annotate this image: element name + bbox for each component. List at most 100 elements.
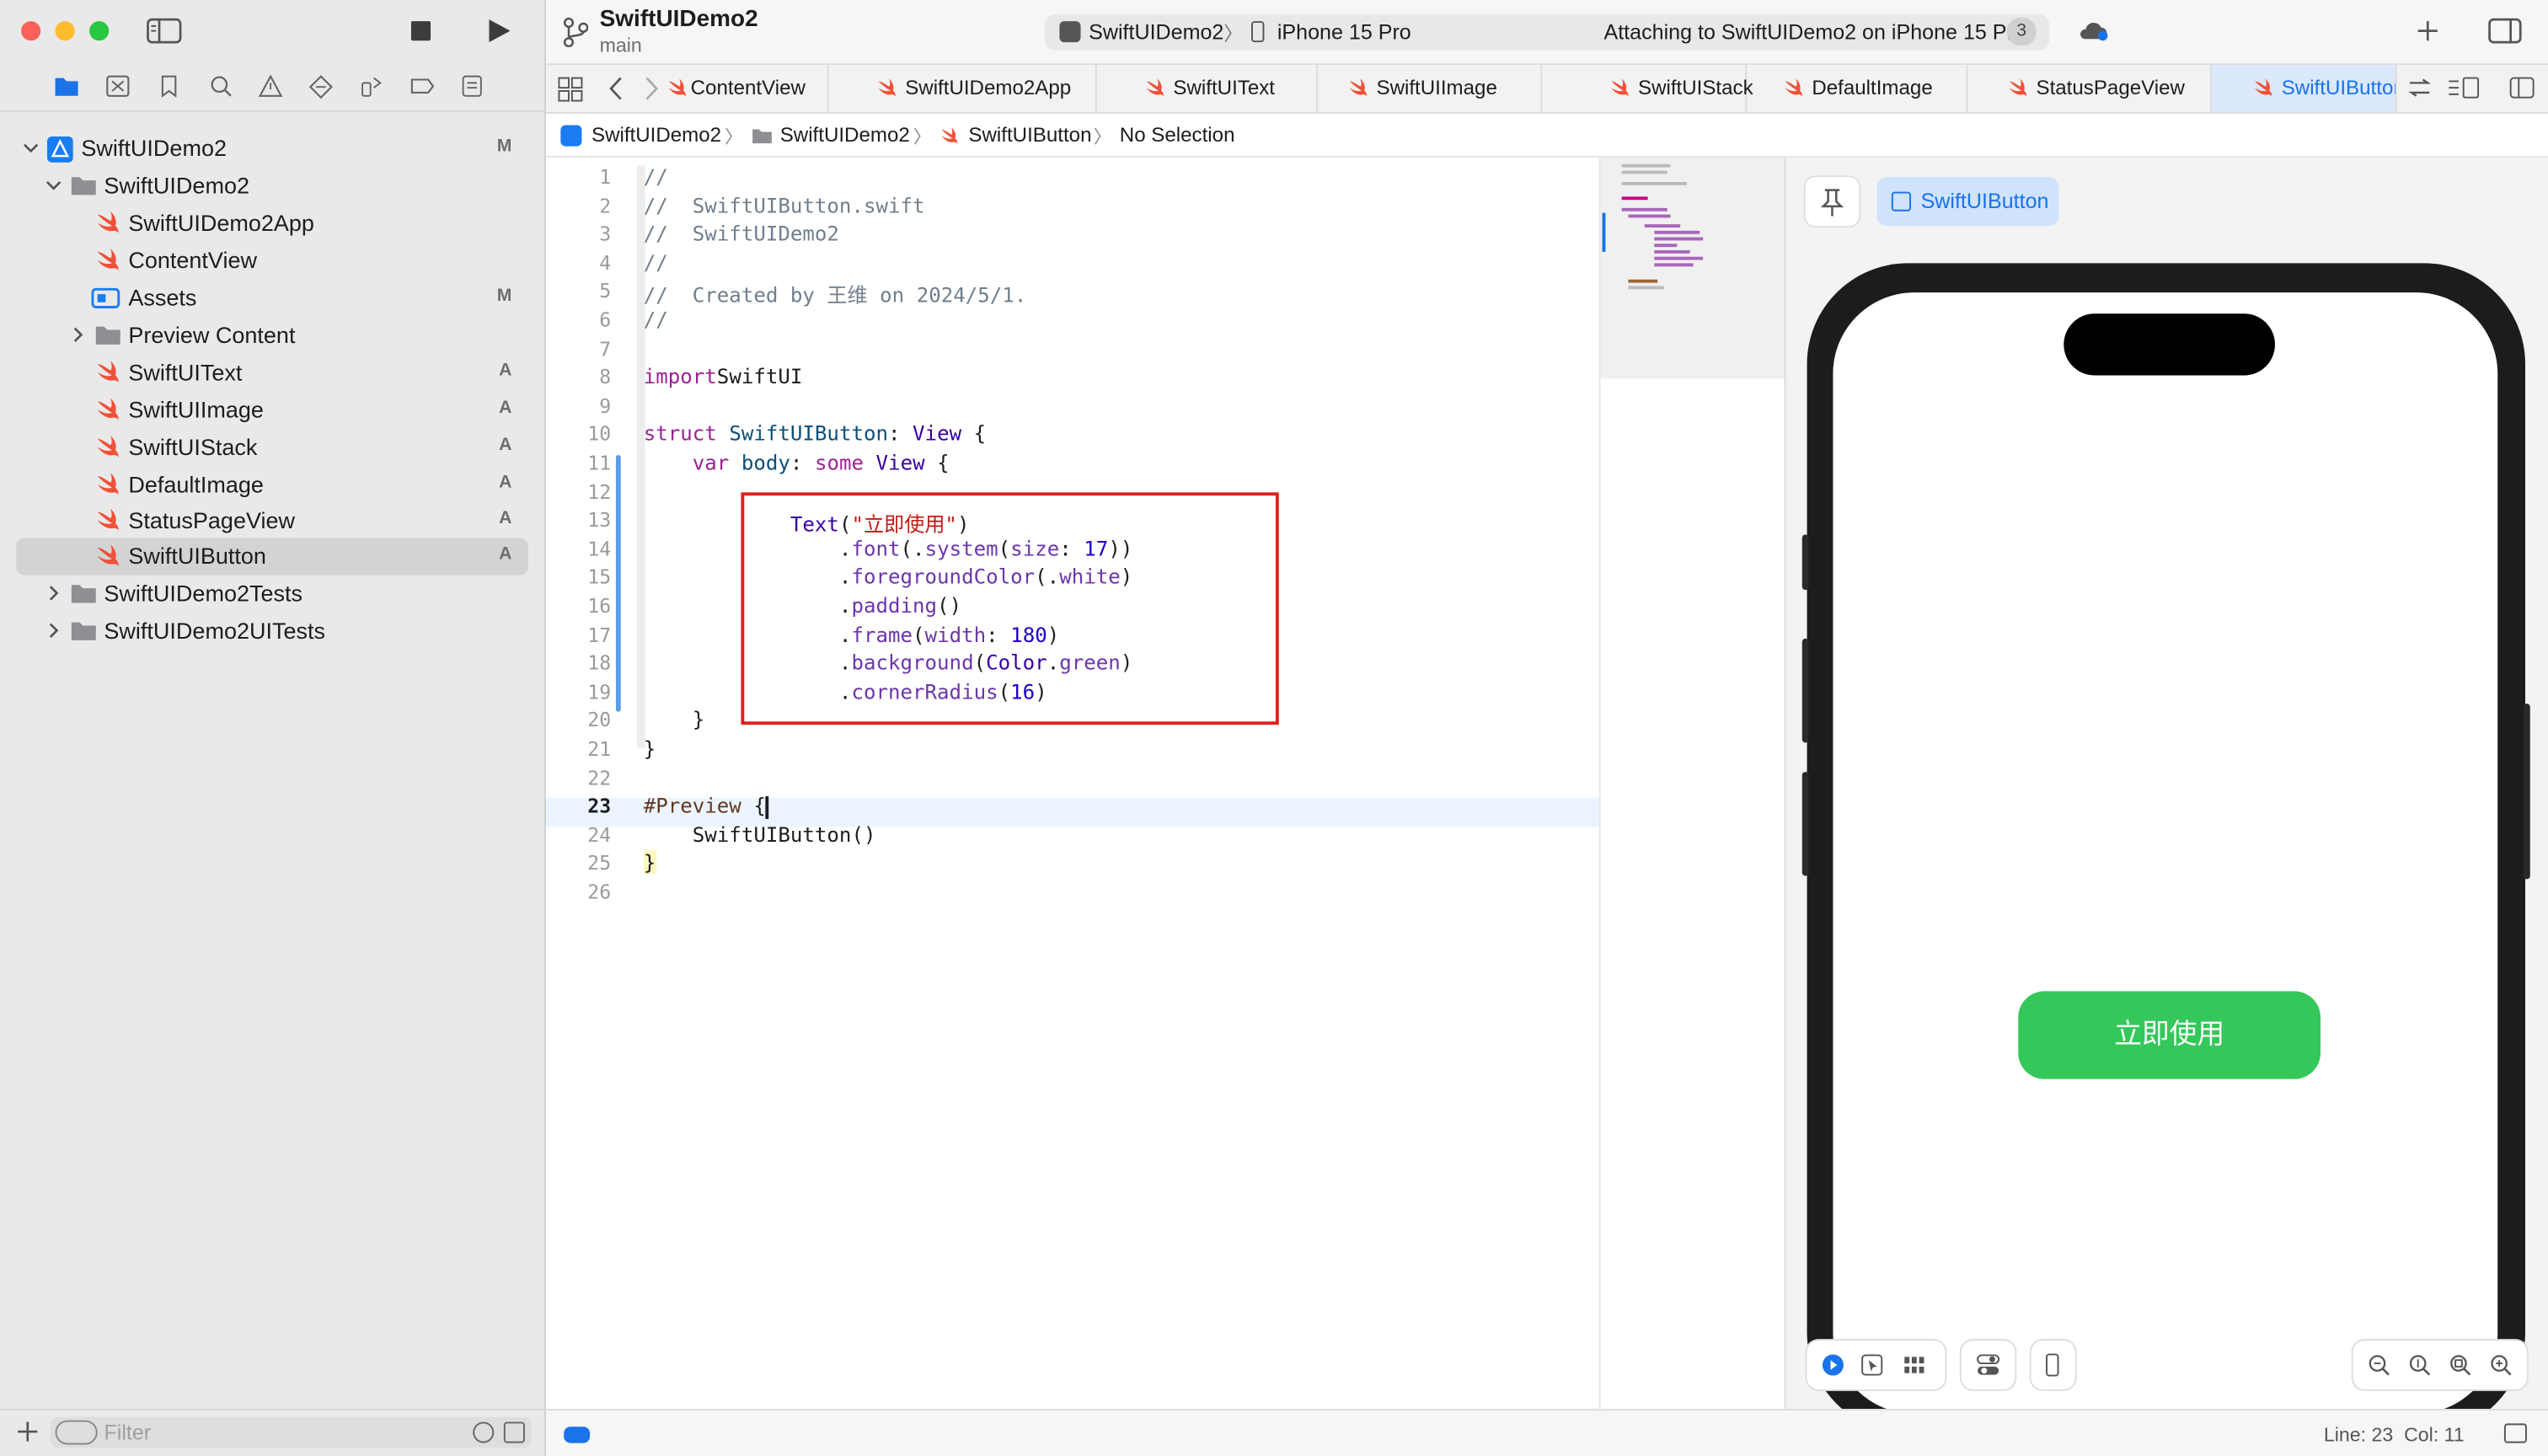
back-arrow-icon[interactable] (608, 77, 624, 101)
split-editor-icon[interactable] (2509, 77, 2535, 99)
test-diamond-icon[interactable] (308, 75, 333, 99)
recent-files-icon[interactable] (473, 1421, 495, 1443)
search-icon[interactable] (210, 75, 233, 98)
tree-item-file[interactable]: SwiftUIText A (16, 354, 527, 391)
debug-area-toggle-icon[interactable] (564, 1427, 591, 1443)
code-line: struct SwiftUIButton: View { (643, 421, 987, 447)
line-number: 12 (587, 480, 612, 504)
forward-arrow-icon[interactable] (644, 77, 660, 101)
tab-swiftuiimage[interactable]: SwiftUIImage (1318, 65, 1543, 113)
debug-icon[interactable] (359, 75, 383, 98)
tab-swiftuitext[interactable]: SwiftUIText (1097, 65, 1319, 113)
source-editor[interactable]: 1 2 3 4 5 6 7 8 9 10 11 12 13 14 15 16 17 18 19 20 21 22 23 24 2… (545, 158, 1599, 1410)
stop-icon[interactable] (410, 21, 431, 41)
pin-preview-button[interactable] (1805, 177, 1860, 227)
preview-green-button[interactable]: 立即使用 (2018, 991, 2320, 1079)
tree-item-file-selected[interactable]: SwiftUIButton A (16, 538, 528, 575)
run-destination[interactable]: iPhone 15 Pro (1277, 19, 1411, 44)
tab-swiftuistack[interactable]: SwiftUIStack (1542, 65, 1753, 113)
canvas-settings-button[interactable] (1961, 1341, 2015, 1389)
tree-item-file[interactable]: SwiftUIDemo2App (16, 205, 527, 242)
chevron-right-icon[interactable] (70, 327, 86, 343)
add-icon[interactable] (2417, 19, 2439, 42)
tree-item-group[interactable]: Preview Content (16, 317, 527, 354)
inspector-toggle-icon[interactable] (2488, 18, 2523, 44)
swap-icon[interactable] (2408, 78, 2432, 98)
tab-defaultimage[interactable]: DefaultImage (1747, 65, 1968, 113)
tree-item-file[interactable]: ContentView (16, 242, 527, 279)
breadcrumb-group[interactable]: SwiftUIDemo2 (780, 124, 910, 147)
panel-toggle-icon[interactable] (2503, 1423, 2527, 1443)
run-icon[interactable] (488, 18, 512, 44)
breadcrumb-file[interactable]: SwiftUIButton (968, 124, 1091, 147)
breadcrumb-project[interactable]: SwiftUIDemo2 (592, 124, 721, 147)
chevron-right-icon[interactable] (46, 623, 62, 639)
activity-count-badge[interactable]: 3 (2006, 18, 2037, 46)
add-icon[interactable] (16, 1421, 39, 1443)
tab-swiftuidemo2app[interactable]: SwiftUIDemo2App (848, 65, 1097, 113)
tree-item-file[interactable]: DefaultImage A (16, 466, 527, 503)
close-window-button[interactable] (21, 21, 41, 41)
branch-name[interactable]: main (600, 34, 642, 56)
scm-filter-icon[interactable] (503, 1421, 525, 1443)
breadcrumb-selection[interactable]: No Selection (1120, 124, 1235, 147)
chevron-right-icon[interactable] (46, 585, 62, 601)
tree-item-group[interactable]: SwiftUIDemo2Tests (16, 575, 527, 613)
scm-status-badge: M (496, 286, 512, 306)
tab-contentview[interactable]: ContentView (668, 65, 829, 113)
tree-item-file[interactable]: StatusPageView A (16, 502, 527, 539)
tree-item-file[interactable]: SwiftUIStack A (16, 429, 527, 466)
scm-status-badge: A (499, 361, 512, 381)
warning-icon[interactable] (258, 74, 283, 98)
bookmark-icon[interactable] (159, 75, 179, 98)
tree-item-file[interactable]: Assets M (16, 280, 527, 317)
filter-field[interactable]: Filter (50, 1416, 532, 1448)
minimap[interactable] (1598, 158, 1786, 1410)
live-preview-icon[interactable] (1822, 1353, 1844, 1376)
tree-item-project[interactable]: SwiftUIDemo2 M (16, 130, 527, 167)
action-button (1801, 534, 1809, 591)
line-number: 7 (599, 337, 612, 361)
zoom-actual-icon[interactable] (2408, 1353, 2431, 1376)
editor-options-icon[interactable] (2447, 77, 2480, 99)
zoom-window-button[interactable] (89, 21, 110, 41)
device-settings-button[interactable] (2031, 1341, 2075, 1389)
folder-icon (94, 324, 120, 348)
folder-icon[interactable] (54, 75, 80, 98)
source-control-icon[interactable] (105, 75, 130, 98)
report-icon[interactable] (462, 75, 483, 98)
zoom-to-fit-icon[interactable] (2449, 1353, 2471, 1376)
line-number: 15 (587, 565, 612, 589)
preview-mode-controls (1807, 1341, 1946, 1389)
tab-swiftuibutton-active[interactable]: SwiftUIButton (2211, 65, 2397, 113)
folder-icon (70, 174, 96, 198)
editor-status-bar: Line: 23 Col: 11 (545, 1409, 2548, 1456)
line-number: 3 (599, 222, 612, 246)
sidebar-toggle-icon[interactable] (147, 18, 182, 44)
related-items-icon[interactable] (557, 77, 583, 103)
tree-item-label: Preview Content (128, 321, 296, 348)
zoom-out-icon[interactable] (2368, 1353, 2390, 1376)
selectable-mode-icon[interactable] (1860, 1353, 1883, 1376)
breakpoint-icon[interactable] (410, 77, 436, 96)
zoom-in-icon[interactable] (2490, 1353, 2513, 1376)
chevron-down-icon[interactable] (46, 177, 62, 193)
tree-item-label: DefaultImage (128, 471, 264, 498)
line-number: 20 (587, 709, 612, 732)
variants-icon[interactable] (1903, 1355, 1925, 1374)
scheme-selector[interactable]: SwiftUIDemo2 (1089, 19, 1223, 44)
filter-options-icon[interactable] (55, 1420, 98, 1445)
swift-file-icon (94, 544, 120, 569)
chevron-right-icon: 〉 (725, 128, 743, 148)
xcode-project-icon (46, 136, 73, 163)
tree-item-label: SwiftUIText (128, 359, 243, 386)
iphone-icon (2046, 1353, 2059, 1377)
chevron-down-icon[interactable] (23, 140, 39, 156)
minimize-window-button[interactable] (55, 21, 75, 41)
tree-item-file[interactable]: SwiftUIImage A (16, 392, 527, 429)
tree-item-group[interactable]: SwiftUIDemo2 (16, 168, 527, 205)
preview-chip[interactable]: SwiftUIButton (1876, 177, 2059, 227)
tree-item-group[interactable]: SwiftUIDemo2UITests (16, 613, 527, 650)
cloud-icon[interactable] (2077, 19, 2110, 42)
tab-statuspageview[interactable]: StatusPageView (1967, 65, 2212, 113)
